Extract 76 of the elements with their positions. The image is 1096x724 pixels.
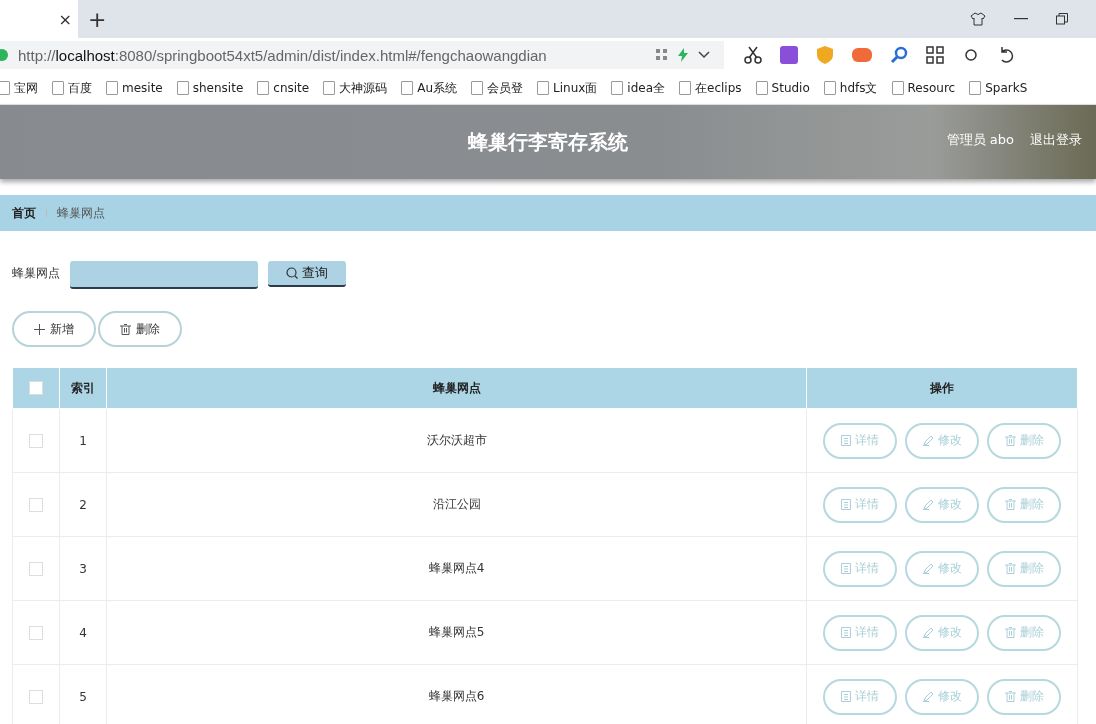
table-cell: 4 xyxy=(59,600,107,665)
column-header: 索引 xyxy=(59,367,107,409)
lightning-icon[interactable] xyxy=(678,48,688,62)
table-cell: 沃尔沃超市 xyxy=(106,408,807,473)
search-field[interactable] xyxy=(70,261,258,289)
delete-button[interactable]: 删除 xyxy=(98,311,182,347)
row-checkbox[interactable] xyxy=(29,625,43,640)
table-cell: 3 xyxy=(59,536,107,601)
search-button[interactable]: 查询 xyxy=(268,261,346,287)
bookmark-item[interactable]: idea全 xyxy=(611,79,666,97)
logout-link[interactable]: 退出登录 xyxy=(1030,131,1082,149)
bookmark-item[interactable]: hdfs文 xyxy=(823,79,878,97)
search-label: 蜂巢网点 xyxy=(12,265,60,282)
bookmark-item[interactable]: 大神源码 xyxy=(323,79,388,97)
document-icon xyxy=(841,627,851,638)
trash-icon xyxy=(1004,499,1016,510)
system-title: 蜂巢行李寄存系统 xyxy=(468,128,628,156)
bookmark-item[interactable]: cnsite xyxy=(257,81,310,95)
bookmark-item[interactable]: shensite xyxy=(176,81,244,95)
row-checkbox[interactable] xyxy=(29,689,43,704)
search-icon[interactable] xyxy=(890,46,908,64)
undo-icon[interactable] xyxy=(998,46,1016,64)
search-icon xyxy=(286,267,298,279)
close-icon[interactable]: × xyxy=(58,9,72,29)
bookmark-item[interactable]: 百度 xyxy=(52,79,92,97)
document-icon xyxy=(841,499,851,510)
shield-icon[interactable] xyxy=(816,46,834,64)
bookmark-item[interactable]: 在eclips xyxy=(679,79,742,97)
bookmark-item[interactable]: SparkS xyxy=(969,81,1028,95)
bookmark-item[interactable]: mesite xyxy=(106,81,163,95)
column-header: 操作 xyxy=(806,367,1078,409)
bookmark-item[interactable]: 宝网 xyxy=(0,79,38,97)
scissors-icon[interactable] xyxy=(744,46,762,64)
row-checkbox[interactable] xyxy=(29,497,43,512)
document-icon xyxy=(841,435,851,446)
chevron-down-icon[interactable] xyxy=(698,51,710,59)
table-cell: 蜂巢网点5 xyxy=(106,600,807,665)
plus-icon xyxy=(34,323,45,335)
bookmark-item[interactable]: Linux面 xyxy=(537,79,598,97)
table-cell: 蜂巢网点4 xyxy=(106,536,807,601)
trash-icon xyxy=(1004,563,1016,574)
column-header: 蜂巢网点 xyxy=(106,367,807,409)
trash-icon xyxy=(1004,691,1016,702)
minimize-icon[interactable] xyxy=(1014,18,1028,20)
table-cell: 1 xyxy=(59,408,107,473)
bookmark-item[interactable]: Studio xyxy=(755,81,810,95)
pencil-icon xyxy=(922,499,934,510)
trash-icon xyxy=(1004,435,1016,446)
pencil-icon xyxy=(922,563,934,574)
pencil-icon xyxy=(922,627,934,638)
restore-icon[interactable] xyxy=(1056,13,1068,25)
url-text: http://localhost:8080/springboot54xt5/admin/dist/index.html#/fengchaowangdian xyxy=(18,46,548,64)
browser-tab[interactable]: × xyxy=(0,0,78,38)
breadcrumb-item[interactable]: 蜂巢网点 xyxy=(57,204,105,222)
bookmark-item[interactable]: Resourc xyxy=(891,81,956,95)
shirt-icon[interactable] xyxy=(970,11,986,27)
table-cell: 2 xyxy=(59,472,107,537)
new-tab-button[interactable]: + xyxy=(88,6,107,32)
row-checkbox[interactable] xyxy=(29,561,43,576)
document-icon xyxy=(841,563,851,574)
trash-icon xyxy=(120,323,131,335)
select-all-checkbox[interactable] xyxy=(29,381,43,396)
grid-icon[interactable] xyxy=(656,49,668,61)
apps-grid-icon[interactable] xyxy=(926,46,944,64)
user-label: 管理员 abo xyxy=(946,131,1014,149)
row-checkbox[interactable] xyxy=(29,433,43,448)
pencil-icon xyxy=(922,691,934,702)
bookmark-item[interactable]: 会员登 xyxy=(471,79,523,97)
trash-icon xyxy=(1004,627,1016,638)
add-button[interactable]: 新增 xyxy=(12,311,96,347)
address-bar[interactable]: http://localhost:8080/springboot54xt5/admin/dist/index.html#/fengchaowangdian xyxy=(0,41,724,69)
document-icon xyxy=(841,691,851,702)
table-cell: 沿江公园 xyxy=(106,472,807,537)
breadcrumb-item[interactable]: 首页 xyxy=(12,204,36,222)
pencil-icon xyxy=(922,435,934,446)
bookmark-item[interactable]: Au系统 xyxy=(401,79,457,97)
